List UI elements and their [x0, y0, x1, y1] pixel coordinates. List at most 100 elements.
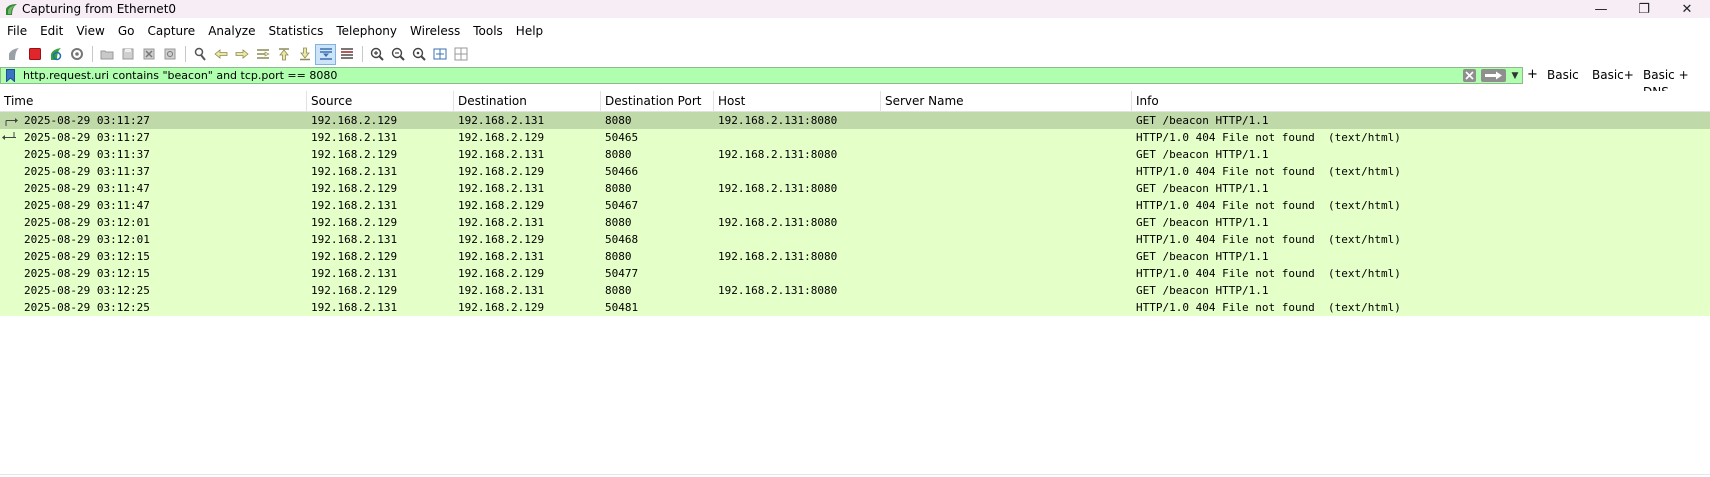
colorize-icon[interactable]: [337, 45, 356, 64]
toolbar-separator: [92, 46, 93, 62]
window-title: Capturing from Ethernet0: [22, 2, 177, 16]
restore-icon: ❐: [1638, 1, 1650, 17]
packet-row[interactable]: 2025-08-29 03:11:37 192.168.2.131 192.168.…: [0, 163, 1710, 180]
start-capture-icon[interactable]: [4, 45, 23, 64]
packet-row[interactable]: 2025-08-29 03:12:25 192.168.2.129 192.168.…: [0, 282, 1710, 299]
packet-row[interactable]: 2025-08-29 03:11:27 192.168.2.129 192.168.…: [0, 112, 1710, 129]
cell-source: 192.168.2.131: [311, 267, 398, 280]
packet-row[interactable]: 2025-08-29 03:11:37 192.168.2.129 192.168.…: [0, 146, 1710, 163]
column-header-time[interactable]: Time: [0, 91, 307, 111]
menu-file[interactable]: File: [1, 20, 33, 42]
stop-capture-icon[interactable]: [25, 45, 44, 64]
layout-icon[interactable]: [451, 45, 470, 64]
menu-tools[interactable]: Tools: [467, 20, 509, 42]
menu-bar: File Edit View Go Capture Analyze Statis…: [0, 20, 1710, 42]
column-header-source[interactable]: Source: [307, 91, 454, 111]
cell-destination: 192.168.2.131: [458, 216, 545, 229]
packet-row[interactable]: 2025-08-29 03:11:27 192.168.2.131 192.168.…: [0, 129, 1710, 146]
column-header-host[interactable]: Host: [714, 91, 881, 111]
cell-server-name: [881, 248, 885, 265]
menu-wireless[interactable]: Wireless: [404, 20, 466, 42]
toolbar-separator: [362, 46, 363, 62]
resize-columns-icon[interactable]: [430, 45, 449, 64]
go-back-icon[interactable]: [211, 45, 230, 64]
cell-info: HTTP/1.0 404 File not found (text/html): [1136, 233, 1401, 246]
clear-filter-button[interactable]: [1463, 69, 1476, 82]
pane-divider[interactable]: [0, 474, 1710, 475]
cell-source: 192.168.2.129: [311, 182, 398, 195]
menu-statistics[interactable]: Statistics: [262, 20, 329, 42]
cell-host: 192.168.2.131:8080: [718, 250, 838, 263]
title-bar: Capturing from Ethernet0 — ❐ ✕: [0, 0, 1710, 18]
menu-go[interactable]: Go: [112, 20, 141, 42]
packet-row[interactable]: 2025-08-29 03:11:47 192.168.2.129 192.168.…: [0, 180, 1710, 197]
go-last-packet-icon[interactable]: [295, 45, 314, 64]
cell-time: 2025-08-29 03:12:25: [24, 284, 150, 297]
autoscroll-icon[interactable]: [315, 43, 336, 65]
packet-row[interactable]: 2025-08-29 03:12:01 192.168.2.129 192.168.…: [0, 214, 1710, 231]
reload-file-icon[interactable]: [160, 45, 179, 64]
packet-row[interactable]: 2025-08-29 03:12:25 192.168.2.131 192.168.…: [0, 299, 1710, 316]
filter-history-dropdown[interactable]: ▼: [1509, 68, 1521, 83]
find-packet-icon[interactable]: [190, 45, 209, 64]
cell-destination-port: 8080: [605, 114, 632, 127]
cell-host: 192.168.2.131:8080: [718, 148, 838, 161]
cell-info: HTTP/1.0 404 File not found (text/html): [1136, 165, 1401, 178]
cell-host: [714, 197, 718, 214]
go-to-packet-icon[interactable]: [253, 45, 272, 64]
cell-destination-port: 50465: [605, 131, 639, 144]
apply-filter-button[interactable]: [1481, 69, 1506, 82]
filter-button-basic[interactable]: Basic: [1547, 67, 1579, 84]
packet-row[interactable]: 2025-08-29 03:11:47 192.168.2.131 192.168.…: [0, 197, 1710, 214]
zoom-in-icon[interactable]: [367, 45, 386, 64]
cell-source: 192.168.2.131: [311, 233, 398, 246]
zoom-out-icon[interactable]: [388, 45, 407, 64]
save-file-icon[interactable]: [118, 45, 137, 64]
packet-list-header: Time Source Destination Destination Port…: [0, 91, 1710, 112]
zoom-normal-icon[interactable]: [409, 45, 428, 64]
menu-edit[interactable]: Edit: [34, 20, 69, 42]
cell-source: 192.168.2.131: [311, 301, 398, 314]
cell-time: 2025-08-29 03:11:27: [24, 114, 150, 127]
cell-destination-port: 8080: [605, 148, 632, 161]
packet-row[interactable]: 2025-08-29 03:12:15 192.168.2.131 192.168.…: [0, 265, 1710, 282]
bookmark-icon[interactable]: [6, 69, 15, 82]
open-file-icon[interactable]: [97, 45, 116, 64]
packet-row[interactable]: 2025-08-29 03:12:01 192.168.2.131 192.168.…: [0, 231, 1710, 248]
column-header-destination[interactable]: Destination: [454, 91, 601, 111]
go-first-packet-icon[interactable]: [274, 45, 293, 64]
restart-capture-icon[interactable]: [46, 45, 65, 64]
cell-time: 2025-08-29 03:11:47: [24, 182, 150, 195]
cell-source: 192.168.2.131: [311, 131, 398, 144]
maximize-button[interactable]: ❐: [1621, 0, 1667, 18]
minimize-button[interactable]: —: [1578, 0, 1624, 18]
cell-source: 192.168.2.129: [311, 148, 398, 161]
cell-source: 192.168.2.129: [311, 114, 398, 127]
column-header-destination-port[interactable]: Destination Port: [601, 91, 714, 111]
add-filter-button[interactable]: +: [1527, 66, 1538, 83]
cell-server-name: [881, 282, 885, 299]
menu-help[interactable]: Help: [510, 20, 549, 42]
go-forward-icon[interactable]: [232, 45, 251, 64]
display-filter-input[interactable]: http.request.uri contains "beacon" and t…: [0, 67, 1523, 84]
cell-server-name: [881, 129, 885, 146]
capture-options-icon[interactable]: [67, 45, 86, 64]
menu-capture[interactable]: Capture: [141, 20, 201, 42]
cell-destination: 192.168.2.129: [458, 131, 545, 144]
column-header-info[interactable]: Info: [1132, 91, 1710, 111]
filter-button-basic-plus[interactable]: Basic+: [1592, 67, 1634, 84]
close-button[interactable]: ✕: [1664, 0, 1710, 18]
close-file-icon[interactable]: [139, 45, 158, 64]
cell-host: [714, 231, 718, 248]
cell-time: 2025-08-29 03:12:01: [24, 233, 150, 246]
cell-destination: 192.168.2.131: [458, 284, 545, 297]
packet-row[interactable]: 2025-08-29 03:12:15 192.168.2.129 192.168.…: [0, 248, 1710, 265]
column-header-server-name[interactable]: Server Name: [881, 91, 1132, 111]
menu-view[interactable]: View: [70, 20, 110, 42]
cell-destination: 192.168.2.129: [458, 199, 545, 212]
menu-telephony[interactable]: Telephony: [330, 20, 403, 42]
menu-analyze[interactable]: Analyze: [202, 20, 261, 42]
cell-host: [714, 299, 718, 316]
cell-server-name: [881, 231, 885, 248]
cell-info: GET /beacon HTTP/1.1: [1136, 114, 1269, 127]
